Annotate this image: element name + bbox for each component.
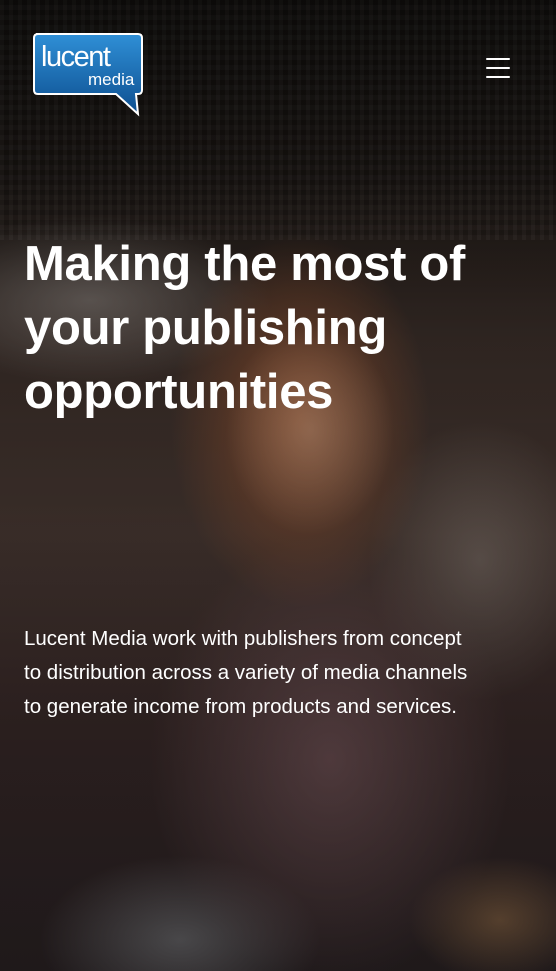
hero-intro-paragraph: Lucent Media work with publishers from c… <box>24 622 534 724</box>
hero-intro-line: to distribution across a variety of medi… <box>24 661 468 684</box>
hamburger-menu-icon-bar-middle <box>486 67 510 69</box>
hero-dark-overlay <box>0 0 556 971</box>
hero-headline-line: opportunities <box>24 365 334 419</box>
hamburger-menu-icon-bar-bottom <box>486 76 510 78</box>
hero-intro-line: Lucent Media work with publishers from c… <box>24 627 462 650</box>
lucent-media-logo[interactable]: lucent media <box>32 32 144 118</box>
hero-headline: Making the most of your publishing oppor… <box>24 232 524 424</box>
lucent-media-logo-mark: lucent media <box>33 33 143 117</box>
hero-intro-line: to generate income from products and ser… <box>24 695 457 718</box>
logo-word-media: media <box>88 70 135 89</box>
hero-headline-line: Making the most of <box>24 237 466 291</box>
home-page: lucent media Making the most of your pub… <box>0 0 556 971</box>
hamburger-menu-icon-bar-top <box>486 58 510 60</box>
hero-headline-line: your publishing <box>24 301 387 355</box>
hamburger-menu-button[interactable] <box>478 52 518 86</box>
hero-background-photo <box>0 0 556 971</box>
logo-word-lucent: lucent <box>41 41 111 73</box>
